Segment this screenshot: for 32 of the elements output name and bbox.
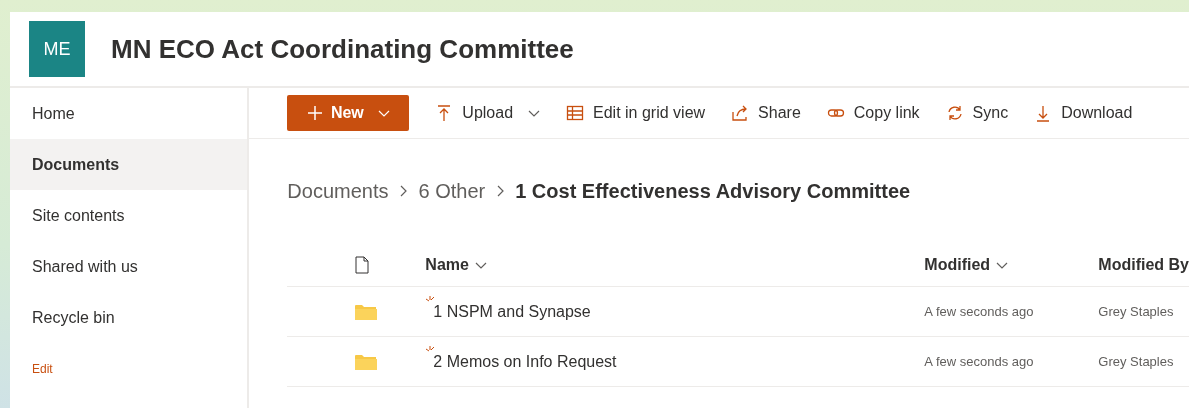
download-button[interactable]: Download xyxy=(1034,104,1133,122)
sync-icon xyxy=(945,104,964,122)
link-button[interactable]: Copy link xyxy=(826,104,920,122)
column-header[interactable]: Modified xyxy=(924,255,991,274)
share-icon xyxy=(731,104,750,122)
table-icon xyxy=(566,104,585,122)
file-icon xyxy=(355,255,370,274)
file-name-link[interactable]: 1 NSPM and Synapse xyxy=(433,302,591,321)
modified-time: A few seconds ago xyxy=(924,304,1034,319)
new-button[interactable]: New xyxy=(287,95,410,131)
sync-button[interactable]: Sync xyxy=(945,104,1009,122)
upload-button[interactable]: Upload xyxy=(435,104,541,122)
site-logo[interactable]: ME xyxy=(29,21,85,77)
plus-icon xyxy=(306,105,323,121)
site-title: MN ECO Act Coordinating Committee xyxy=(111,33,574,65)
column-header[interactable]: Modified By xyxy=(1098,255,1189,274)
folder-icon xyxy=(355,353,378,370)
column-header[interactable]: Name xyxy=(425,255,469,274)
breadcrumb-item[interactable]: 6 Other xyxy=(418,179,486,203)
edit-link[interactable]: Edit xyxy=(10,343,248,394)
modified-time: A few seconds ago xyxy=(924,354,1034,369)
modified-by: Grey Staples xyxy=(1098,354,1174,369)
breadcrumb-item[interactable]: Documents xyxy=(287,179,389,203)
file-name-link[interactable]: 2 Memos on Info Request xyxy=(433,352,617,371)
grid-button[interactable]: Edit in grid view xyxy=(566,104,706,122)
breadcrumb-item[interactable]: 1 Cost Effectiveness Advisory Committee xyxy=(515,179,911,203)
modified-by: Grey Staples xyxy=(1098,304,1174,319)
chevron-right-icon xyxy=(495,185,506,197)
folder-icon xyxy=(355,303,378,320)
share-button[interactable]: Share xyxy=(731,104,801,122)
chevron-right-icon xyxy=(398,185,409,197)
nav-item[interactable]: Documents xyxy=(10,139,248,190)
